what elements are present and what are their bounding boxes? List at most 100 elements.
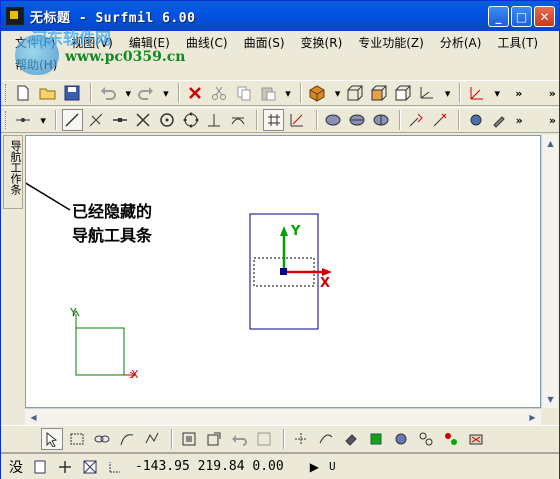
solid-cube-icon[interactable] [368,82,389,104]
cursor-coordinates: -143.95 219.84 0.00 [135,459,284,474]
window-zoom-icon[interactable] [203,428,225,450]
menu-tools[interactable]: 工具(T) [489,34,546,51]
snap-toolbar: ▾ » » [1,107,559,133]
navigation-toolbar-tab[interactable]: 导航工作条 [3,135,23,209]
rotate-icon[interactable] [340,428,362,450]
coordinate-frame [75,327,125,376]
point-b-icon[interactable] [430,109,451,131]
maximize-button[interactable]: □ [511,6,532,27]
front-cube-icon[interactable] [393,82,414,104]
scroll-left-icon[interactable]: ◀ [25,409,42,426]
play-button[interactable]: ▶ [310,460,319,474]
menu-curve[interactable]: 曲线(C) [178,34,236,51]
menu-special[interactable]: 专业功能(Z) [350,34,432,51]
app-icon[interactable] [6,7,24,25]
toolbar-overflow-icon[interactable]: » [512,87,525,100]
grid-icon[interactable] [263,109,285,131]
menu-bar: 河东软件网 文件(F) 视图(V) 编辑(E) 曲线(C) 曲面(S) 变换(R… [1,29,559,77]
redo-icon[interactable] [135,82,156,104]
scroll-right-icon[interactable]: ▶ [524,409,541,426]
prev-view-icon[interactable] [228,428,250,450]
multi-select-icon[interactable] [141,428,163,450]
chain-select-icon[interactable] [91,428,113,450]
x-axis-label: X [320,276,331,291]
perpendicular-icon[interactable] [204,109,225,131]
green-box-icon[interactable] [365,428,387,450]
axis-grid-icon[interactable] [287,109,308,131]
save-icon[interactable] [61,82,82,104]
horizontal-scrollbar[interactable]: ◀ ▶ [25,408,541,425]
watermark-url: www.pc0359.cn [65,49,186,65]
scroll-up-icon[interactable]: ▲ [542,135,559,152]
point-a-icon[interactable] [406,109,427,131]
status-prefix: 没 [9,459,23,476]
watermark-title: 河东软件网 [31,29,112,48]
coordinate-mode-icon[interactable] [104,456,126,478]
angle-line-icon[interactable] [86,109,107,131]
vertical-scrollbar[interactable]: ▲ ▼ [541,135,558,408]
small-y-label: Y [70,306,77,319]
menu-analysis[interactable]: 分析(A) [432,34,490,51]
annotation-line-2: 导航工具条 [72,226,153,245]
window-fit-icon[interactable] [178,428,200,450]
cross-icon[interactable] [133,109,154,131]
curve-select-icon[interactable] [116,428,138,450]
annotation-text: 已经隐藏的 导航工具条 [72,200,152,248]
wire-cube-icon[interactable] [344,82,365,104]
open-folder-icon[interactable] [37,82,58,104]
circle-icon[interactable] [157,109,178,131]
new-file-icon[interactable] [13,82,34,104]
box-cross-icon[interactable] [79,456,101,478]
window-title: 无标题 - Surfmil 6.00 [30,10,196,26]
cluster-icon[interactable] [440,428,462,450]
scroll-down-icon[interactable]: ▼ [542,391,559,408]
surface-b-icon[interactable] [347,109,368,131]
rect-select-icon[interactable] [66,428,88,450]
menu-edit[interactable]: 编辑(E) [121,34,178,51]
coordinate-icon[interactable] [466,82,487,104]
y-axis-arrow-icon [280,226,288,236]
annotation-pointer-line [26,182,71,211]
node-icon[interactable] [415,428,437,450]
paste-icon[interactable] [257,82,278,104]
copy-icon[interactable] [233,82,254,104]
horizontal-line-icon[interactable] [109,109,130,131]
layer-icon[interactable] [29,456,51,478]
quadrant-icon[interactable] [180,109,201,131]
tangent-icon[interactable] [228,109,249,131]
toolbar-overflow-icon-2[interactable]: » [546,87,559,100]
axis-view-icon[interactable] [417,82,438,104]
tool-a-icon[interactable] [465,109,486,131]
snap-icon[interactable] [13,109,34,131]
selection-toolbar [1,425,559,453]
main-window: 无标题 - Surfmil 6.00 _ □ ✕ 河东软件网 文件(F) 视图(… [0,0,560,479]
trim-icon[interactable] [315,428,337,450]
surface-c-icon[interactable] [370,109,391,131]
shaded-cube-icon[interactable] [307,82,328,104]
select-arrow-icon[interactable] [41,428,63,450]
menu-transform[interactable]: 变换(R) [293,34,351,51]
toolbar-overflow-icon[interactable]: » [513,114,526,127]
crosshair-icon[interactable] [54,456,76,478]
toolbar-grip[interactable] [5,111,9,129]
region-icon[interactable] [253,428,275,450]
minimize-button[interactable]: _ [488,6,509,27]
toolbar-grip[interactable] [5,84,9,102]
close-button[interactable]: ✕ [534,6,555,27]
x-axis-arrow-icon [322,268,332,276]
surface-a-icon[interactable] [323,109,344,131]
menu-surface[interactable]: 曲面(S) [236,34,293,51]
point-tool-icon[interactable] [290,428,312,450]
snapshot-icon[interactable] [465,428,487,450]
small-x-label: X [131,368,139,381]
toolbar-overflow-icon-2[interactable]: » [546,114,559,127]
tool-b-icon[interactable] [489,109,510,131]
drawing-canvas[interactable]: Y X Y X 已经隐藏的 导航工具条 [25,135,541,408]
gear-view-icon[interactable] [390,428,412,450]
delete-icon[interactable] [185,82,206,104]
standard-toolbar: ▾ ▾ ▾ ▾ ▾ ▾ » » [1,80,559,106]
annotation-line-1: 已经隐藏的 [72,202,153,221]
cut-icon[interactable] [209,82,230,104]
undo-icon[interactable] [97,82,118,104]
line-icon[interactable] [61,109,83,131]
